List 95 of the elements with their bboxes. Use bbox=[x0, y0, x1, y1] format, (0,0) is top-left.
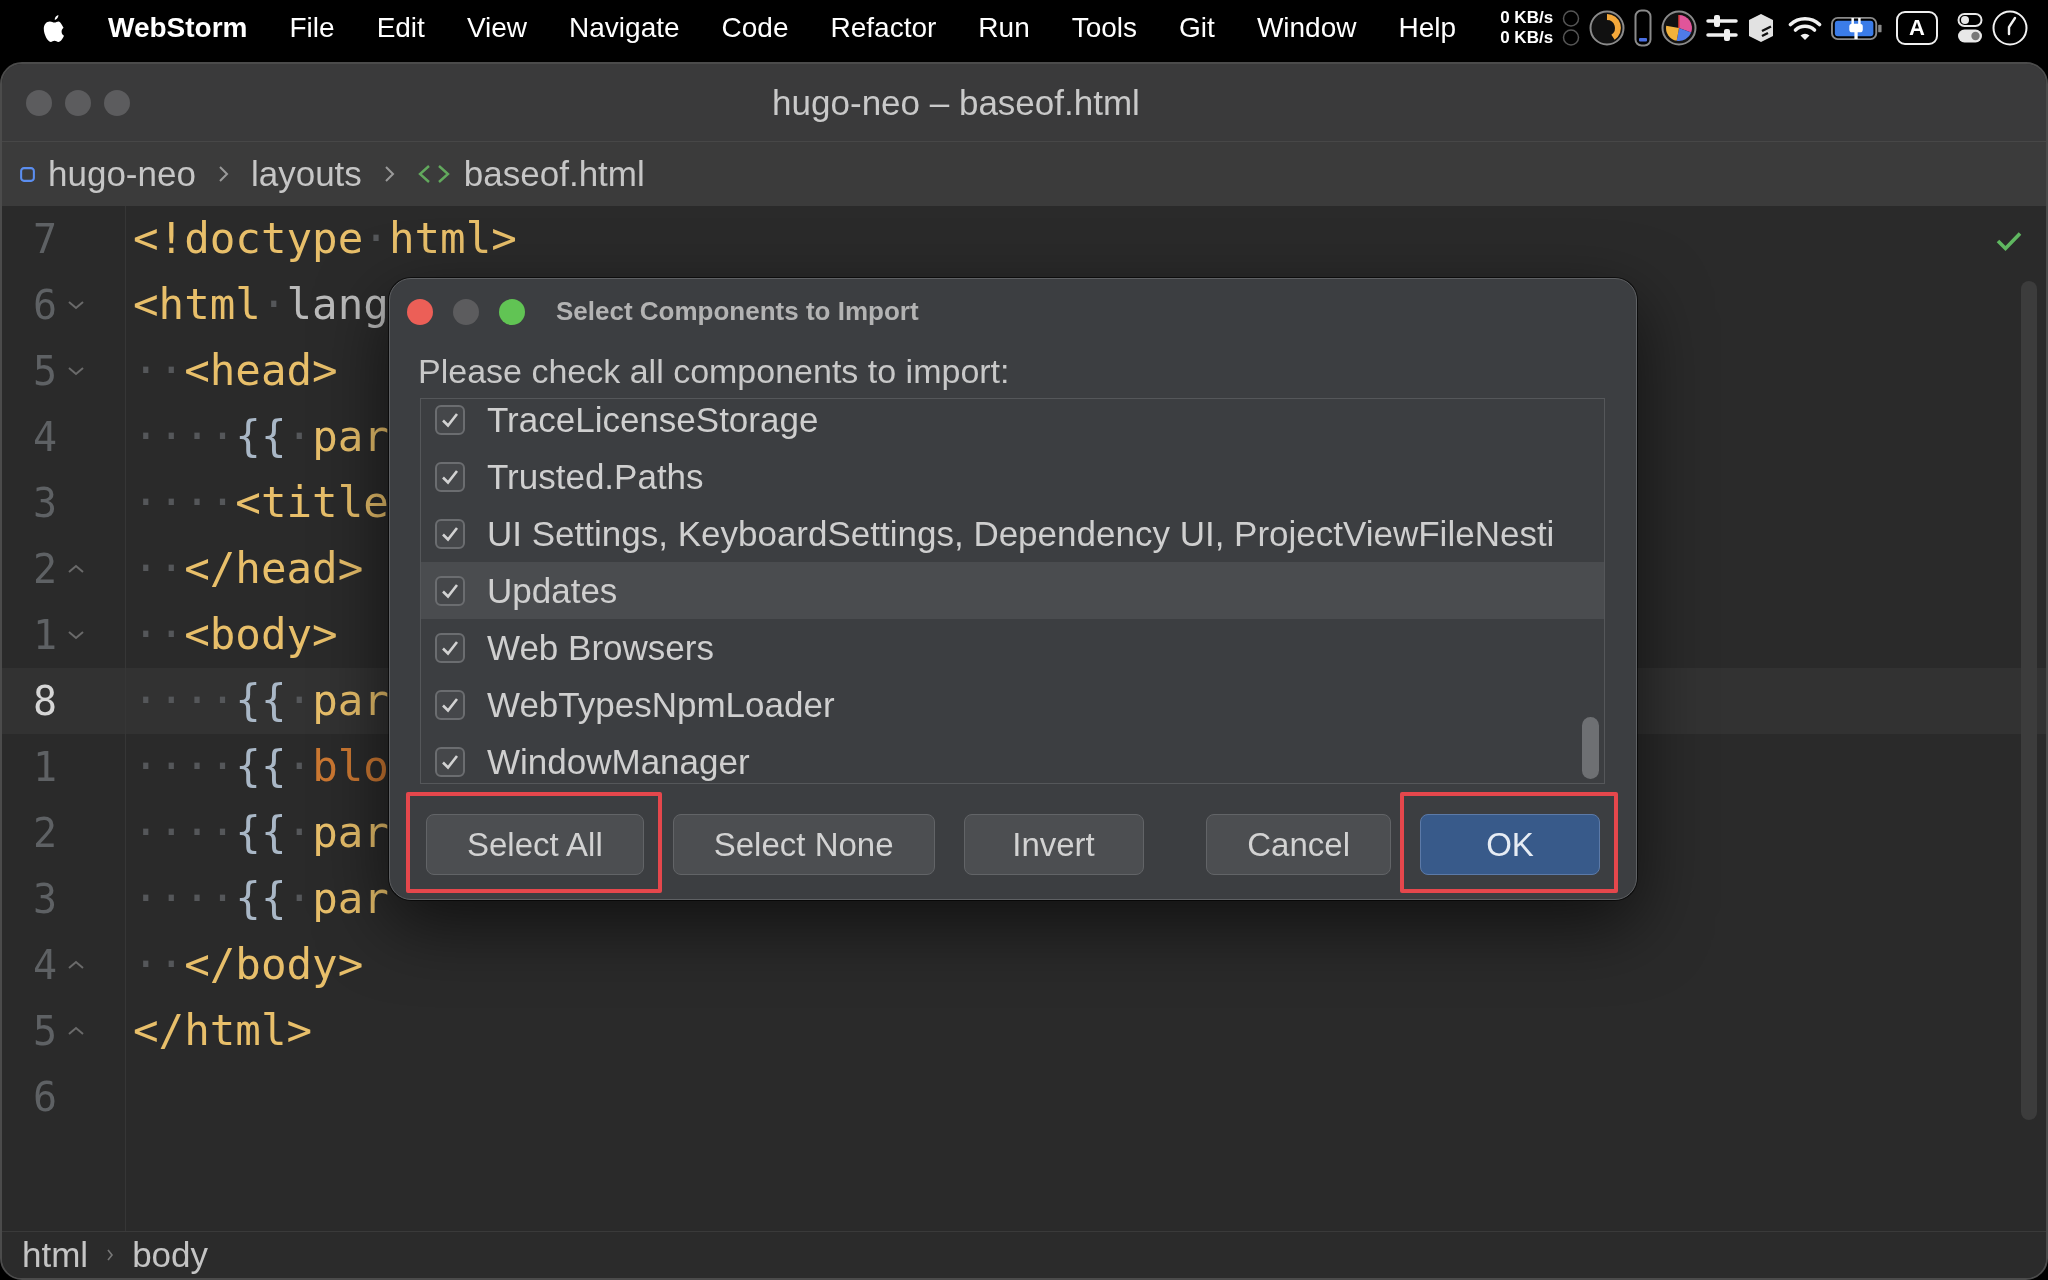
breadcrumb-item[interactable]: layouts bbox=[250, 154, 362, 194]
ring-pair-icon[interactable] bbox=[1562, 8, 1581, 48]
list-item[interactable]: Trusted.Paths bbox=[421, 448, 1604, 505]
toggle-switches-icon[interactable] bbox=[1957, 12, 1983, 44]
code-line: ··</head> bbox=[133, 543, 364, 595]
dialog-title: Select Components to Import bbox=[556, 296, 919, 327]
chevron-down-icon[interactable] bbox=[66, 299, 86, 311]
breadcrumb-item[interactable]: hugo-neo bbox=[20, 154, 196, 194]
app-menu[interactable]: WebStorm bbox=[108, 12, 248, 44]
chevron-right-icon bbox=[217, 165, 229, 183]
chevron-right-icon bbox=[383, 165, 395, 183]
menu-item[interactable]: File bbox=[289, 12, 335, 44]
menu-item[interactable]: Help bbox=[1398, 12, 1457, 44]
checkbox[interactable] bbox=[435, 575, 465, 606]
chevron-up-icon[interactable] bbox=[66, 563, 86, 575]
line-number: 8 bbox=[33, 678, 59, 724]
chevron-up-icon[interactable] bbox=[66, 959, 86, 971]
checkbox[interactable] bbox=[435, 404, 465, 435]
list-item[interactable]: WindowManager bbox=[421, 733, 1604, 783]
line-number: 5 bbox=[33, 1008, 59, 1054]
chevron-down-icon[interactable] bbox=[66, 365, 86, 377]
line-number: 3 bbox=[33, 876, 59, 922]
sliders-icon[interactable] bbox=[1706, 13, 1739, 43]
code-line: </html> bbox=[133, 1005, 313, 1057]
checkbox[interactable] bbox=[435, 689, 465, 720]
pie-chart-icon[interactable] bbox=[1661, 10, 1698, 46]
list-item[interactable]: Updates bbox=[421, 562, 1604, 619]
square-icon bbox=[20, 166, 35, 182]
prompt-text: Please check all components to import: bbox=[418, 351, 1010, 391]
checkbox[interactable] bbox=[435, 632, 465, 663]
menu-item[interactable]: Git bbox=[1179, 12, 1215, 44]
clock-icon[interactable] bbox=[1992, 10, 2028, 46]
zoom-button[interactable] bbox=[499, 298, 525, 325]
checkbox[interactable] bbox=[435, 461, 465, 492]
progress-ring-icon[interactable] bbox=[1589, 10, 1626, 46]
dialog-button[interactable]: Select None bbox=[672, 814, 935, 875]
list-item[interactable]: UI Settings, KeyboardSettings, Dependency UI, ProjectViewFileNesti bbox=[421, 505, 1604, 562]
menu-item[interactable]: Edit bbox=[376, 12, 425, 44]
menu-item[interactable]: Code bbox=[721, 12, 789, 44]
line-number: 4 bbox=[33, 414, 59, 460]
dialog-button[interactable]: Cancel bbox=[1206, 814, 1391, 875]
code-line: ····{{·par bbox=[133, 675, 389, 727]
checkbox[interactable] bbox=[435, 518, 465, 549]
line-number: 6 bbox=[33, 282, 59, 328]
window-title: hugo-neo – baseof.html bbox=[772, 82, 1140, 123]
menu-item[interactable]: View bbox=[466, 12, 528, 44]
code-line: <html·lang bbox=[133, 279, 389, 331]
code-line: ····<title bbox=[133, 477, 389, 529]
input-source-menu[interactable]: A bbox=[1896, 11, 1938, 45]
line-number: 1 bbox=[33, 744, 59, 790]
check-icon bbox=[1995, 230, 2023, 252]
chevron-up-icon[interactable] bbox=[66, 1025, 86, 1037]
line-number: 2 bbox=[33, 546, 59, 592]
breadcrumb-item[interactable]: html bbox=[22, 1235, 89, 1275]
wifi-icon[interactable] bbox=[1788, 15, 1823, 41]
network-speed-label: 0 KB/s bbox=[1500, 8, 1554, 28]
code-line: ····{{·par bbox=[133, 873, 389, 925]
list-item[interactable]: WebTypesNpmLoader bbox=[421, 676, 1604, 733]
chevron-right-icon bbox=[106, 1248, 115, 1262]
menu-item[interactable]: Tools bbox=[1071, 12, 1138, 44]
code-line: ····{{·par bbox=[133, 807, 389, 859]
checkbox[interactable] bbox=[435, 746, 465, 777]
code-line: ····{{·par bbox=[133, 411, 389, 463]
line-number: 2 bbox=[33, 810, 59, 856]
primary-button[interactable]: OK bbox=[1420, 814, 1600, 875]
line-number: 4 bbox=[33, 942, 59, 988]
line-number: 5 bbox=[33, 348, 59, 394]
chevron-down-icon[interactable] bbox=[66, 629, 86, 641]
close-button[interactable] bbox=[407, 298, 433, 325]
battery-charging-icon[interactable] bbox=[1831, 14, 1884, 42]
list-item[interactable]: Web Browsers bbox=[421, 619, 1604, 676]
line-number: 1 bbox=[33, 612, 59, 658]
menu-item[interactable]: Navigate bbox=[569, 12, 680, 44]
breadcrumb-item[interactable]: baseof.html bbox=[416, 154, 645, 194]
network-speed-label: 0 KB/s bbox=[1500, 28, 1554, 48]
line-number: 6 bbox=[33, 1074, 59, 1120]
apple-logo-icon[interactable] bbox=[42, 13, 66, 43]
code-line: ··<head> bbox=[133, 345, 338, 397]
dialog-button[interactable]: Select All bbox=[426, 814, 644, 875]
code-brackets-icon bbox=[416, 164, 451, 184]
scrollbar[interactable] bbox=[1582, 717, 1599, 779]
code-line: ··</body> bbox=[133, 939, 364, 991]
line-number: 7 bbox=[33, 216, 59, 262]
gauge-bar-icon[interactable] bbox=[1634, 9, 1653, 47]
menu-item[interactable]: Window bbox=[1256, 12, 1357, 44]
line-number: 3 bbox=[33, 480, 59, 526]
code-line: <!doctype·html> bbox=[133, 213, 517, 265]
code-line: ··<body> bbox=[133, 609, 338, 661]
menu-item[interactable]: Refactor bbox=[830, 12, 937, 44]
dialog-button[interactable]: Invert bbox=[963, 814, 1144, 875]
breadcrumb-item[interactable]: body bbox=[132, 1235, 209, 1275]
list-item[interactable]: TraceLicenseStorage bbox=[421, 399, 1604, 448]
menu-item[interactable]: Run bbox=[978, 12, 1030, 44]
code-line: ····{{·blo bbox=[133, 741, 389, 793]
cube-icon[interactable] bbox=[1747, 12, 1776, 44]
